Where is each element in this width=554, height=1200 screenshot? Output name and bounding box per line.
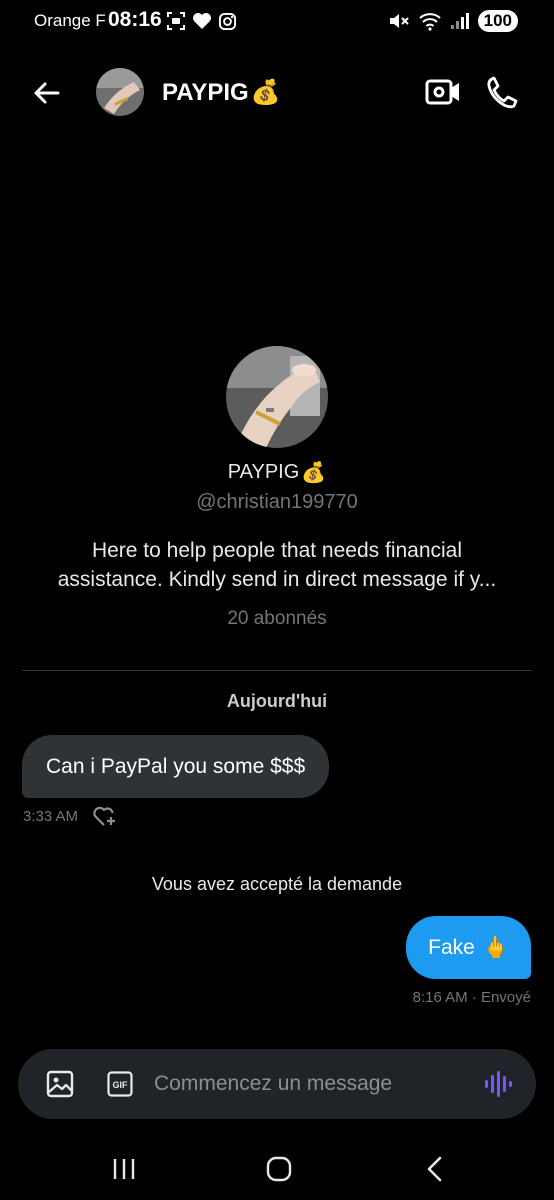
profile-avatar[interactable] xyxy=(226,346,328,448)
instagram-icon xyxy=(218,12,237,30)
profile-name: PAYPIG 💰 xyxy=(0,460,554,485)
incoming-message-bubble[interactable]: Can i PayPal you some $$$ xyxy=(22,735,330,798)
profile-bio: Here to help people that needs financial… xyxy=(57,539,497,591)
divider xyxy=(22,670,532,671)
phone-icon[interactable] xyxy=(484,74,520,110)
profile-handle: @christian199770 xyxy=(196,491,358,513)
system-icons: 100 xyxy=(388,10,518,32)
add-reaction-icon[interactable] xyxy=(92,804,118,828)
nav-back-icon[interactable] xyxy=(424,1155,444,1183)
conversation-header: PAYPIG 💰 xyxy=(0,56,554,128)
wifi-icon xyxy=(418,13,441,31)
date-separator: Aujourd'hui xyxy=(226,691,328,711)
header-avatar[interactable] xyxy=(96,68,144,116)
mute-icon xyxy=(389,14,409,28)
system-navigation-bar xyxy=(0,1140,554,1200)
message-composer: GIF xyxy=(18,1049,536,1119)
money-bag-emoji: 💰 xyxy=(250,79,281,106)
header-name[interactable]: PAYPIG 💰 xyxy=(162,78,281,107)
status-bar: Orange F 08:16 100 xyxy=(0,0,554,44)
home-icon[interactable] xyxy=(265,1155,293,1183)
outgoing-message-text: Fake xyxy=(428,935,475,959)
system-message: Vous avez accepté la demande xyxy=(151,874,403,894)
carrier-label: Orange F xyxy=(34,11,106,30)
battery-icon: 100 xyxy=(477,10,518,32)
message-timestamp: 3:33 AM xyxy=(23,807,79,825)
message-input[interactable] xyxy=(154,1061,474,1107)
heart-icon xyxy=(193,13,211,29)
follower-count[interactable]: 20 abonnés xyxy=(0,608,554,630)
gif-label: GIF xyxy=(113,1080,129,1090)
outgoing-message-meta: 8:16 AM · Envoyé xyxy=(412,989,531,1006)
profile-name-text: PAYPIG xyxy=(227,461,300,483)
outgoing-message-bubble[interactable]: Fake 🖕 xyxy=(406,916,531,979)
middle-finger-emoji: 🖕 xyxy=(482,935,509,959)
screenshot-icon xyxy=(167,12,185,30)
clock: 08:16 xyxy=(108,8,162,31)
incoming-message-meta: 3:33 AM xyxy=(23,804,118,828)
money-bag-emoji: 💰 xyxy=(301,462,327,484)
image-icon[interactable] xyxy=(46,1070,74,1098)
voice-message-icon[interactable] xyxy=(484,1071,514,1097)
back-arrow-icon[interactable] xyxy=(30,76,64,110)
video-call-icon[interactable] xyxy=(424,74,462,110)
header-name-text: PAYPIG xyxy=(162,78,249,106)
profile-summary: PAYPIG 💰 @christian199770 Here to help p… xyxy=(0,346,554,630)
recent-apps-icon[interactable] xyxy=(111,1156,137,1182)
gif-icon[interactable]: GIF xyxy=(107,1071,133,1097)
notification-icons xyxy=(166,11,237,31)
signal-icon xyxy=(450,13,469,29)
